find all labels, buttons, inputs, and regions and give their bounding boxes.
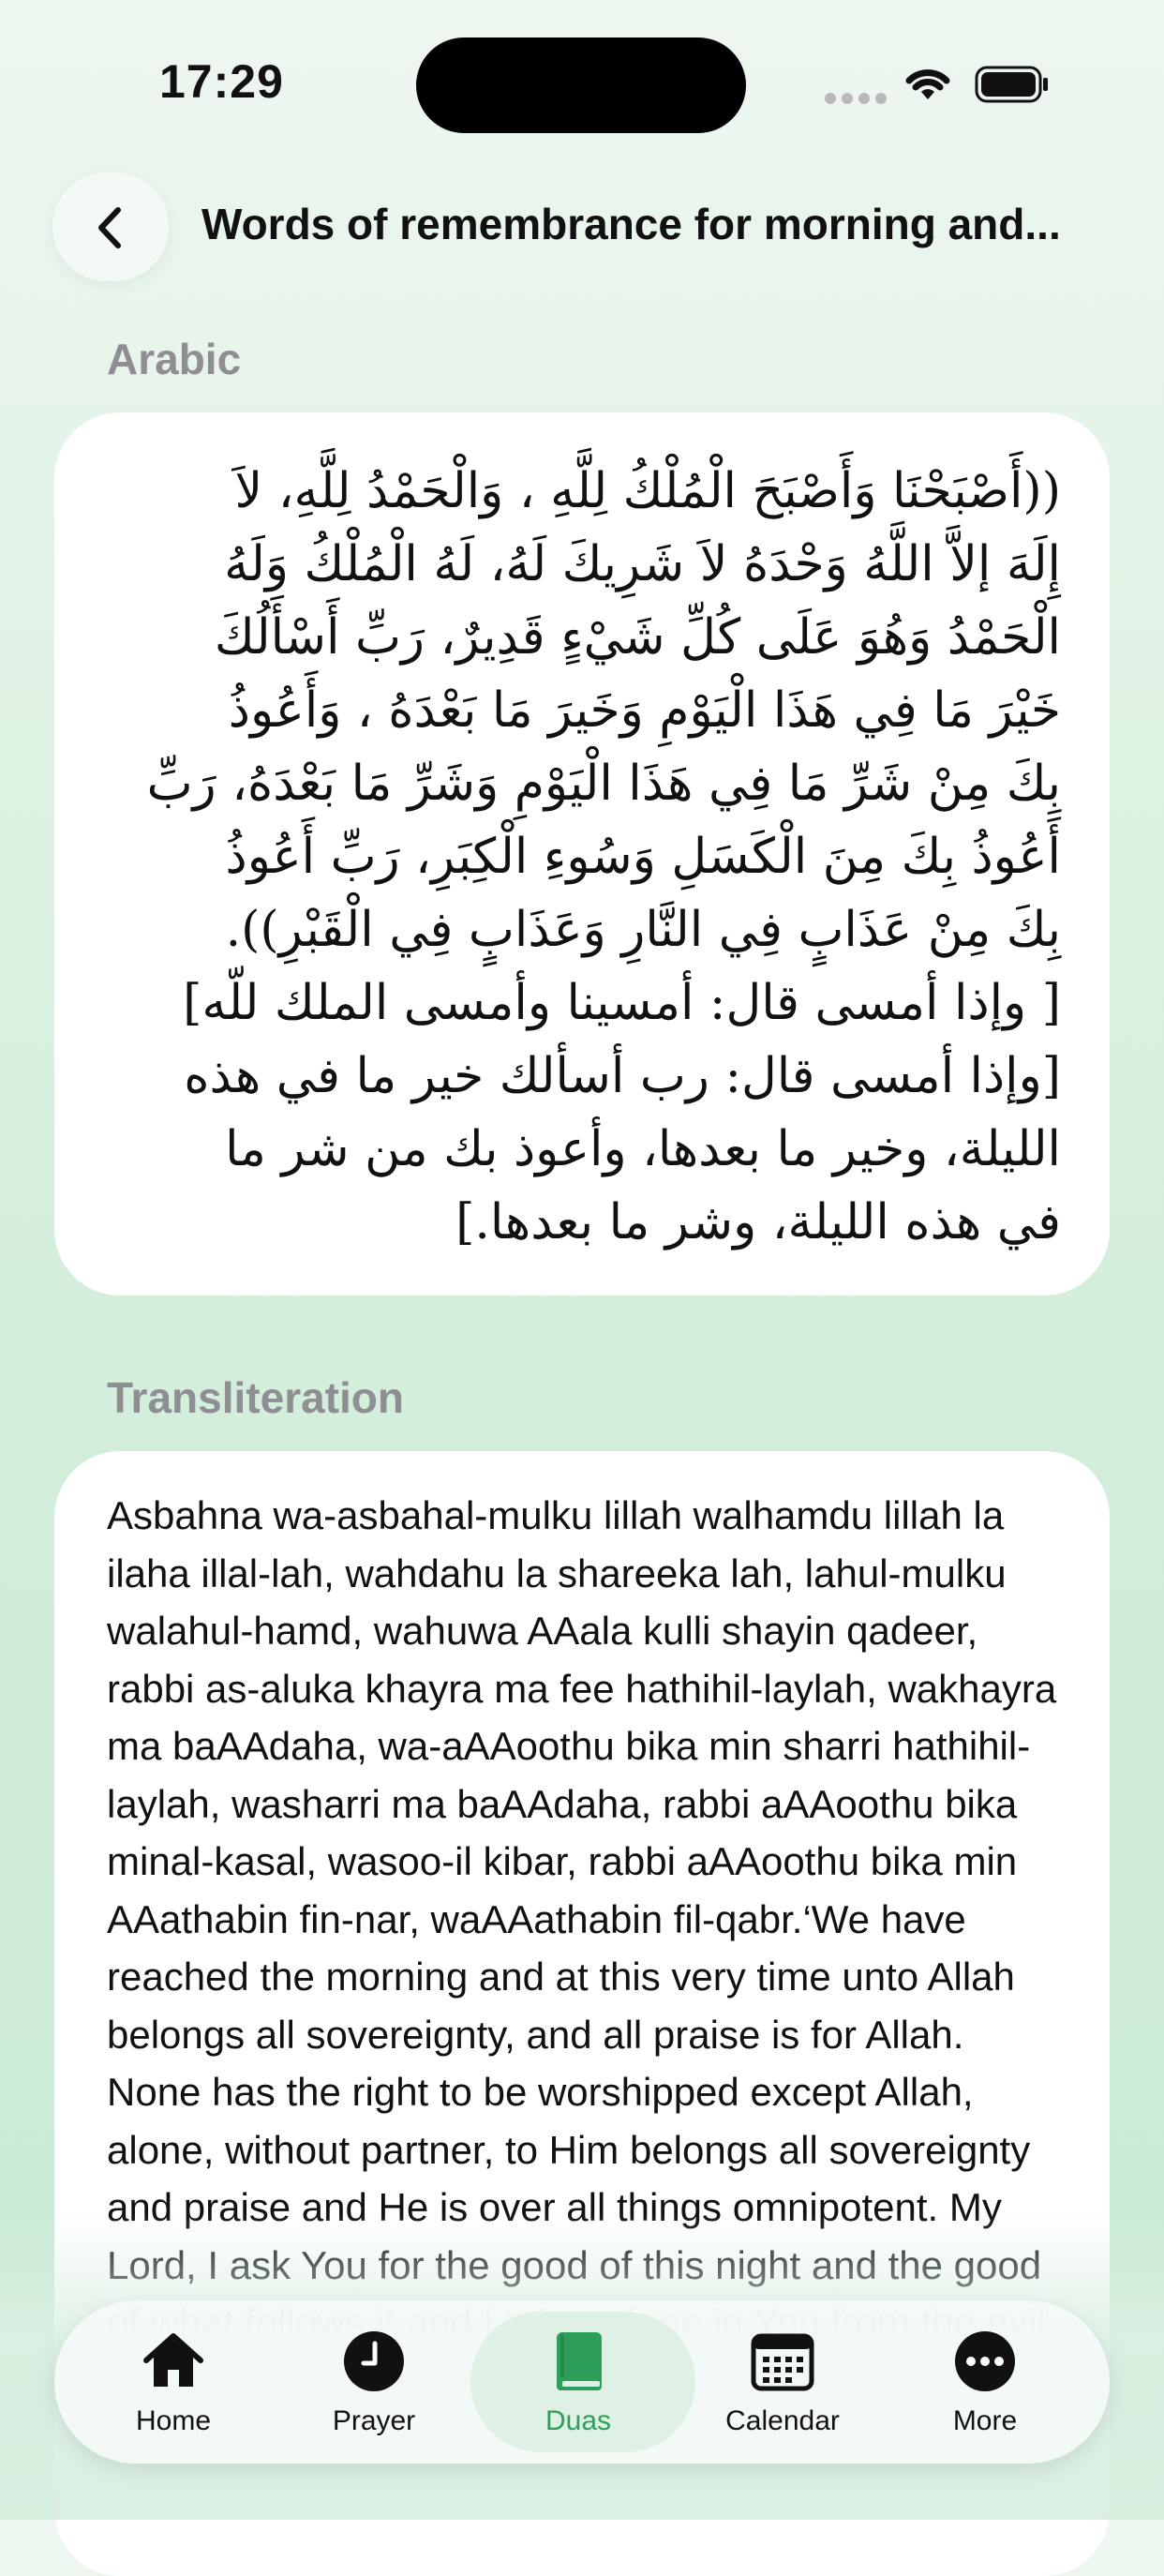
header: Words of remembrance for morning and... (0, 169, 1164, 281)
book-icon (557, 2332, 602, 2390)
tab-more-label: More (952, 2405, 1018, 2436)
signal-icon (825, 92, 892, 109)
status-time: 17:29 (159, 55, 284, 108)
tab-bar: Home Prayer Duas Calendar More (54, 2300, 1110, 2464)
transliteration-section-label: Transliteration (107, 1373, 404, 1422)
status-bar: 17:29 (0, 0, 1164, 169)
calendar-icon (751, 2333, 814, 2391)
tab-duas-label: Duas (545, 2405, 612, 2436)
dynamic-island (416, 37, 746, 133)
wifi-icon (905, 69, 950, 99)
tab-calendar[interactable]: Calendar (684, 2300, 881, 2464)
home-icon (143, 2333, 203, 2387)
tab-duas[interactable]: Duas (480, 2300, 677, 2464)
tab-prayer-label: Prayer (332, 2405, 416, 2436)
clock-icon (344, 2331, 404, 2391)
tab-home[interactable]: Home (75, 2300, 272, 2464)
chevron-left-icon (98, 207, 121, 248)
more-icon (955, 2331, 1015, 2391)
back-button[interactable] (52, 172, 169, 281)
arabic-section-label: Arabic (107, 335, 242, 383)
arabic-text: ((أَصْبَحْنَا وَأَصْبَحَ الْمُلْكُ لِلَّ… (146, 463, 1061, 1251)
tab-calendar-label: Calendar (725, 2405, 840, 2436)
tab-prayer[interactable]: Prayer (276, 2300, 472, 2464)
arabic-card: ((أَصْبَحْنَا وَأَصْبَحَ الْمُلْكُ لِلَّ… (54, 412, 1110, 1295)
battery-icon (975, 66, 1048, 103)
page-title: Words of remembrance for morning and... (201, 200, 1061, 248)
tab-home-label: Home (135, 2405, 212, 2436)
tab-more[interactable]: More (887, 2300, 1083, 2464)
